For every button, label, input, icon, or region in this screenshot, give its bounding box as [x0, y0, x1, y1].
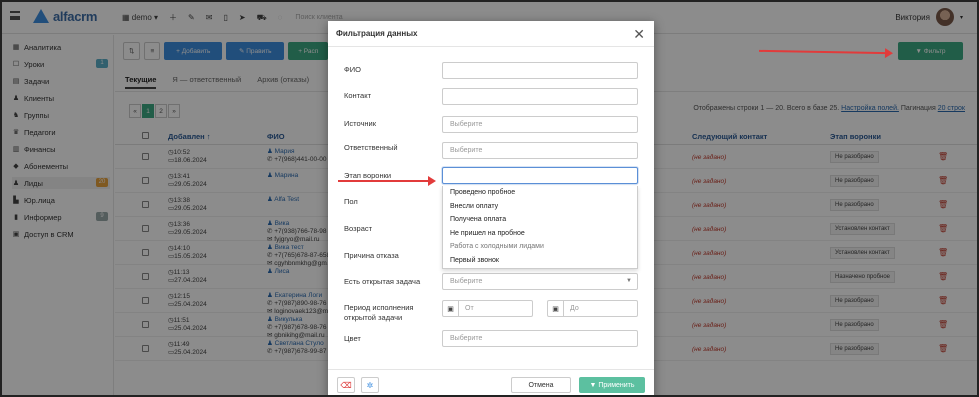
label-gender: Пол: [344, 197, 358, 206]
stage-dropdown: Проведено пробное Внесли оплату Получена…: [442, 186, 638, 269]
date-to-input[interactable]: ▣ До: [547, 300, 638, 317]
eraser-icon[interactable]: ⌫: [337, 377, 355, 393]
fio-input[interactable]: [442, 62, 638, 79]
dropdown-option[interactable]: Получена оплата: [443, 213, 637, 227]
calendar-icon: ▣: [548, 301, 564, 316]
apply-label: Применить: [598, 381, 635, 389]
label-stage: Этап воронки: [344, 171, 392, 180]
filter-icon: ▼: [589, 381, 597, 389]
label-task-period: Период исполнения открытой задачи: [344, 303, 414, 322]
date-from-placeholder: От: [465, 305, 474, 312]
close-icon[interactable]: ✕: [633, 26, 645, 43]
cancel-button[interactable]: Отмена: [511, 377, 571, 393]
apply-button[interactable]: ▼ Применить: [579, 377, 645, 393]
label-open-task: Есть открытая задача: [344, 277, 421, 286]
annotation-arrow: [338, 176, 436, 186]
modal-header: Фильтрация данных: [328, 21, 654, 47]
open-task-select[interactable]: Выберите ▼: [442, 273, 638, 290]
source-select[interactable]: Выберите: [442, 116, 638, 133]
dropdown-option[interactable]: Не пришел на пробное: [443, 227, 637, 241]
label-age: Возраст: [344, 224, 373, 233]
contact-input[interactable]: [442, 88, 638, 105]
color-select[interactable]: Выберите: [442, 330, 638, 347]
date-to-placeholder: До: [570, 305, 579, 312]
dropdown-option[interactable]: Проведено пробное: [443, 186, 637, 200]
modal-title: Фильтрация данных: [336, 29, 418, 38]
dropdown-option[interactable]: Первый звонок: [443, 254, 637, 268]
color-placeholder: Выберите: [450, 335, 483, 342]
dropdown-option[interactable]: Внесли оплату: [443, 200, 637, 214]
dropdown-option[interactable]: Работа с холодными лидами: [443, 240, 637, 254]
chevron-down-icon: ▼: [626, 278, 632, 284]
app-window: alfacrm ▦ demo ▾ ＋ ✎ ✉ ▯ ➤ ⛟ ◌ Поиск кли…: [0, 0, 979, 397]
responsible-placeholder: Выберите: [450, 147, 483, 154]
source-placeholder: Выберите: [450, 121, 483, 128]
responsible-select[interactable]: Выберите: [442, 142, 638, 159]
label-responsible: Ответственный: [344, 143, 398, 152]
gear-icon[interactable]: ✲: [361, 377, 379, 393]
label-source: Источник: [344, 119, 377, 128]
calendar-icon: ▣: [443, 301, 459, 316]
modal-footer: ⌫ ✲ Отмена ▼ Применить: [328, 369, 654, 395]
open-task-placeholder: Выберите: [450, 278, 483, 285]
date-from-input[interactable]: ▣ От: [442, 300, 533, 317]
label-color: Цвет: [344, 334, 361, 343]
label-fio: ФИО: [344, 65, 361, 74]
filter-modal: Фильтрация данных ✕ ФИО Контакт Источник…: [328, 21, 654, 395]
stage-input[interactable]: [442, 167, 638, 184]
label-contact: Контакт: [344, 91, 372, 100]
label-reject-reason: Причина отказа: [344, 251, 399, 260]
